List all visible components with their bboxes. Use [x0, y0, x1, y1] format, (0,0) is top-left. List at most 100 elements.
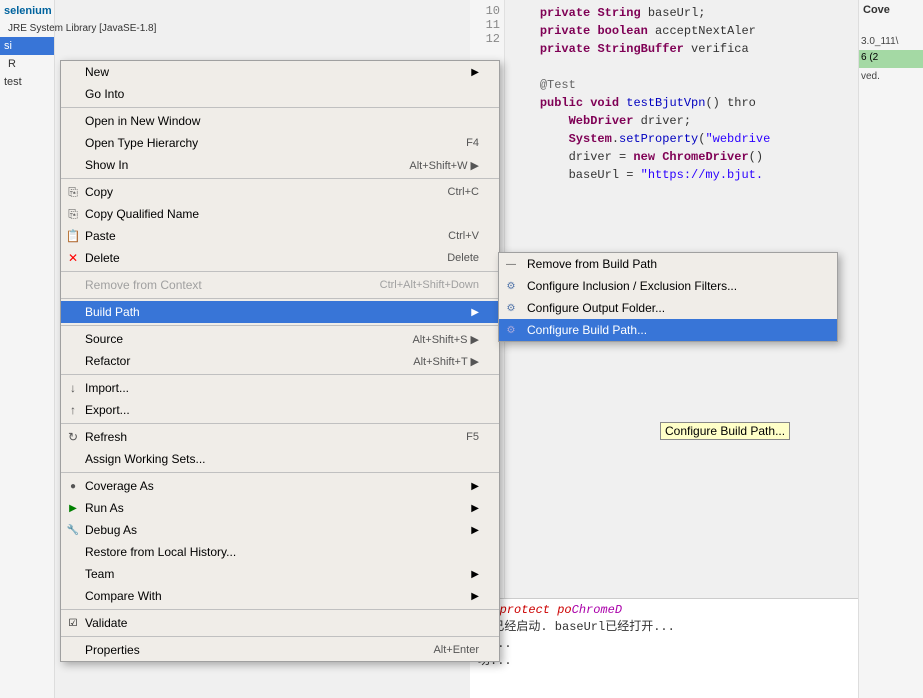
- menu-label-coverage-as: Coverage As: [85, 479, 466, 493]
- coverage-panel: Cove 3.0_111\ 6 (2 ved.: [858, 0, 923, 698]
- submenu-configure-filters[interactable]: ⚙ Configure Inclusion / Exclusion Filter…: [499, 275, 837, 297]
- menu-item-refresh[interactable]: ↻ Refresh F5: [61, 426, 499, 448]
- menu-label-refresh: Refresh: [85, 430, 436, 444]
- menu-item-run-as[interactable]: ▶ Run As ▶: [61, 497, 499, 519]
- menu-item-delete[interactable]: ✕ Delete Delete: [61, 247, 499, 269]
- console-line-1: se protect poChromeD: [478, 603, 850, 617]
- submenu-configure-output[interactable]: ⚙ Configure Output Folder...: [499, 297, 837, 319]
- separator-9: [61, 609, 499, 610]
- menu-item-debug-as[interactable]: 🔧 Debug As ▶: [61, 519, 499, 541]
- output-icon: ⚙: [503, 300, 519, 316]
- submenu-configure-build-path[interactable]: ⚙ Configure Build Path...: [499, 319, 837, 341]
- menu-label-team: Team: [85, 567, 466, 581]
- coverage-entry-2: 6 (2: [859, 50, 923, 68]
- menu-label-show-in: Show In: [85, 158, 379, 172]
- menu-item-new[interactable]: New ▶: [61, 61, 499, 83]
- submenu-label-build-path: Configure Build Path...: [527, 323, 647, 337]
- menu-item-validate[interactable]: ☑ Validate: [61, 612, 499, 634]
- shortcut-delete: Delete: [447, 252, 479, 264]
- separator-4: [61, 298, 499, 299]
- menu-label-source: Source: [85, 332, 382, 346]
- shortcut-remove-context: Ctrl+Alt+Shift+Down: [380, 279, 479, 291]
- copy-icon: ⎘: [65, 184, 81, 200]
- menu-item-properties[interactable]: Properties Alt+Enter: [61, 639, 499, 661]
- shortcut-copy: Ctrl+C: [448, 186, 479, 198]
- r-node[interactable]: R: [0, 55, 54, 73]
- debug-arrow-icon: ▶: [471, 525, 479, 536]
- shortcut-paste: Ctrl+V: [448, 230, 479, 242]
- menu-label-type-hierarchy: Open Type Hierarchy: [85, 136, 436, 150]
- menu-item-remove-context[interactable]: Remove from Context Ctrl+Alt+Shift+Down: [61, 274, 499, 296]
- menu-label-working-sets: Assign Working Sets...: [85, 452, 479, 466]
- separator-7: [61, 423, 499, 424]
- test-node[interactable]: test: [0, 73, 54, 91]
- menu-item-source[interactable]: Source Alt+Shift+S ▶: [61, 328, 499, 350]
- tooltip: Configure Build Path...: [660, 422, 790, 440]
- menu-item-show-in[interactable]: Show In Alt+Shift+W ▶: [61, 154, 499, 176]
- menu-item-compare-with[interactable]: Compare With ▶: [61, 585, 499, 607]
- selenium-node[interactable]: selenium: [0, 2, 54, 20]
- menu-item-copy-qualified[interactable]: ⎘ Copy Qualified Name: [61, 203, 499, 225]
- menu-label-paste: Paste: [85, 229, 418, 243]
- menu-item-copy[interactable]: ⎘ Copy Ctrl+C: [61, 181, 499, 203]
- console-area: se protect poChromeD er已经启动. baseUrl已经打开…: [470, 598, 858, 698]
- debug-icon: 🔧: [65, 522, 81, 538]
- console-line-4: 功...: [478, 651, 850, 668]
- shortcut-properties: Alt+Enter: [433, 644, 479, 656]
- menu-item-restore-history[interactable]: Restore from Local History...: [61, 541, 499, 563]
- menu-label-run-as: Run As: [85, 501, 466, 515]
- menu-item-import[interactable]: ↓ Import...: [61, 377, 499, 399]
- menu-label-open-window: Open in New Window: [85, 114, 479, 128]
- run-icon: ▶: [65, 500, 81, 516]
- separator-8: [61, 472, 499, 473]
- menu-item-coverage-as[interactable]: ● Coverage As ▶: [61, 475, 499, 497]
- export-icon: ↑: [65, 402, 81, 418]
- arrow-icon: ▶: [471, 67, 479, 78]
- run-arrow-icon: ▶: [471, 503, 479, 514]
- menu-item-refactor[interactable]: Refactor Alt+Shift+T ▶: [61, 350, 499, 372]
- shortcut-source: Alt+Shift+S ▶: [412, 333, 479, 346]
- menu-label-copy-qualified: Copy Qualified Name: [85, 207, 479, 221]
- menu-label-copy: Copy: [85, 185, 418, 199]
- submenu-remove-build-path[interactable]: — Remove from Build Path: [499, 253, 837, 275]
- menu-label-remove-context: Remove from Context: [85, 278, 350, 292]
- menu-item-build-path[interactable]: Build Path ▶: [61, 301, 499, 323]
- submenu-label-output: Configure Output Folder...: [527, 301, 665, 315]
- menu-label-debug-as: Debug As: [85, 523, 466, 537]
- menu-label-gointo: Go Into: [85, 87, 479, 101]
- build-path-icon: ⚙: [503, 322, 519, 338]
- separator-3: [61, 271, 499, 272]
- paste-icon: 📋: [65, 228, 81, 244]
- buildpath-submenu: — Remove from Build Path ⚙ Configure Inc…: [498, 252, 838, 342]
- coverage-entry-3: ved.: [859, 69, 923, 84]
- menu-item-team[interactable]: Team ▶: [61, 563, 499, 585]
- delete-icon: ✕: [65, 250, 81, 266]
- refresh-icon: ↻: [65, 429, 81, 445]
- shortcut-f4: F4: [466, 137, 479, 149]
- jre-library-node[interactable]: JRE System Library [JavaSE-1.8]: [0, 20, 54, 37]
- validate-icon: ☑: [65, 615, 81, 631]
- coverage-title: Cove: [859, 2, 923, 18]
- separator-10: [61, 636, 499, 637]
- menu-item-open-window[interactable]: Open in New Window: [61, 110, 499, 132]
- menu-item-gointo[interactable]: Go Into: [61, 83, 499, 105]
- import-icon: ↓: [65, 380, 81, 396]
- menu-label-delete: Delete: [85, 251, 417, 265]
- menu-label-refactor: Refactor: [85, 354, 383, 368]
- shortcut-refresh: F5: [466, 431, 479, 443]
- menu-label-restore-history: Restore from Local History...: [85, 545, 479, 559]
- menu-item-working-sets[interactable]: Assign Working Sets...: [61, 448, 499, 470]
- menu-label-validate: Validate: [85, 616, 479, 630]
- si-node[interactable]: si: [0, 37, 54, 55]
- menu-item-export[interactable]: ↑ Export...: [61, 399, 499, 421]
- menu-item-paste[interactable]: 📋 Paste Ctrl+V: [61, 225, 499, 247]
- submenu-label-filters: Configure Inclusion / Exclusion Filters.…: [527, 279, 737, 293]
- separator-6: [61, 374, 499, 375]
- remove-build-icon: —: [503, 256, 519, 272]
- menu-item-type-hierarchy[interactable]: Open Type Hierarchy F4: [61, 132, 499, 154]
- team-arrow-icon: ▶: [471, 569, 479, 580]
- coverage-entry-1: 3.0_111\: [859, 34, 923, 49]
- context-menu: New ▶ Go Into Open in New Window Open Ty…: [60, 60, 500, 662]
- coverage-arrow-icon: ▶: [471, 481, 479, 492]
- shortcut-show-in: Alt+Shift+W ▶: [409, 159, 479, 172]
